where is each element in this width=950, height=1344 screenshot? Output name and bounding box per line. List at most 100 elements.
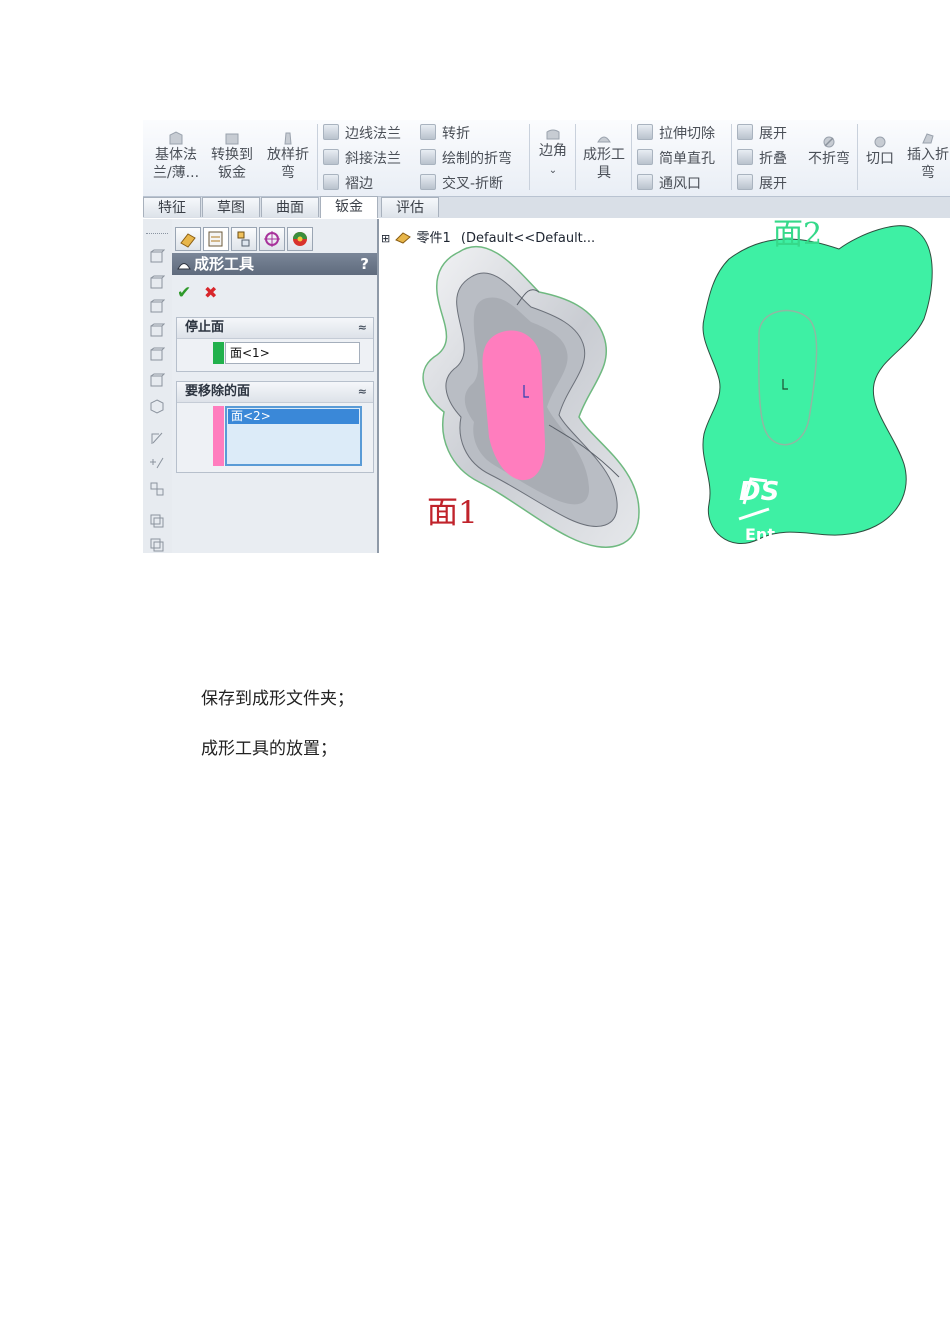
face1-label: 面1 bbox=[427, 495, 478, 531]
cube-view-icon[interactable] bbox=[149, 275, 165, 290]
feature-manager-tab[interactable] bbox=[175, 227, 201, 251]
ribbon-separator bbox=[857, 124, 858, 190]
hem-button[interactable]: 褶边 bbox=[323, 174, 373, 193]
sketched-bend-button[interactable]: 绘制的折弯 bbox=[420, 149, 512, 168]
convert-to-sheet-metal-button[interactable]: 转换到 钣金 bbox=[207, 130, 257, 182]
corners-button[interactable]: 边角 ⌄ bbox=[533, 126, 573, 180]
vent-button[interactable]: 通风口 bbox=[637, 174, 701, 193]
simple-hole-button[interactable]: 简单直孔 bbox=[637, 149, 715, 168]
cube-view-icon[interactable] bbox=[149, 373, 165, 388]
unfold-icon bbox=[737, 124, 753, 140]
tab-evaluate[interactable]: 评估 bbox=[381, 197, 439, 217]
faces-to-remove-group: 要移除的面 ≈ 面<2> bbox=[176, 381, 374, 473]
graphics-area[interactable]: ⊞ 零件1 (Default<<Default... 面1 面2 DS Ent bbox=[381, 217, 950, 553]
fold-button[interactable]: 折叠 bbox=[737, 149, 787, 168]
ok-button[interactable]: ✔ bbox=[177, 283, 191, 303]
rip-button[interactable]: 切口 bbox=[861, 134, 899, 168]
insert-bends-icon bbox=[922, 133, 934, 144]
stop-face-color-swatch bbox=[213, 342, 224, 364]
part-icon bbox=[395, 232, 412, 244]
flatten-icon bbox=[737, 174, 753, 190]
face2-highlighted[interactable] bbox=[699, 219, 950, 553]
ds-logo: DS bbox=[739, 477, 780, 507]
cross-break-icon bbox=[420, 174, 436, 190]
cube-view-icon[interactable] bbox=[149, 299, 165, 314]
pm-title-bar: 成形工具 ? bbox=[172, 253, 377, 275]
display-manager-tab[interactable] bbox=[287, 227, 313, 251]
help-button[interactable]: ? bbox=[360, 253, 369, 275]
ribbon-separator bbox=[529, 124, 530, 190]
insert-bends-button[interactable]: 插入折弯 bbox=[903, 130, 950, 182]
configuration-icon bbox=[237, 231, 250, 247]
collapse-chevron-icon[interactable]: ≈ bbox=[358, 318, 367, 338]
solidworks-screenshot: 基体法 兰/薄... 转换到 钣金 放样折弯 边线法兰 斜接法兰 褶边 转折 绘制的… bbox=[143, 120, 950, 553]
extruded-cut-icon bbox=[637, 124, 653, 140]
sketched-bend-icon bbox=[420, 149, 436, 165]
jog-icon bbox=[420, 124, 436, 140]
property-sheet-icon bbox=[208, 231, 223, 247]
corners-dropdown-arrow[interactable]: ⌄ bbox=[549, 165, 557, 176]
tab-sketch[interactable]: 草图 bbox=[202, 197, 260, 217]
sketch-icon[interactable] bbox=[149, 431, 165, 446]
extruded-cut-button[interactable]: 拉伸切除 bbox=[637, 124, 715, 143]
rip-icon bbox=[874, 136, 886, 148]
tab-features[interactable]: 特征 bbox=[143, 197, 201, 217]
copy-entities-icon[interactable] bbox=[149, 513, 165, 528]
relations-icon[interactable] bbox=[149, 481, 165, 496]
flatten-button[interactable]: 展开 bbox=[737, 174, 787, 193]
collapse-chevron-icon[interactable]: ≈ bbox=[358, 382, 367, 402]
faces-to-remove-selection-box[interactable]: 面<2> bbox=[225, 406, 362, 466]
miter-flange-icon bbox=[323, 149, 339, 165]
ribbon-separator bbox=[317, 124, 318, 190]
base-flange-button[interactable]: 基体法 兰/薄... bbox=[151, 130, 201, 182]
remove-face-item-selected[interactable]: 面<2> bbox=[228, 409, 359, 424]
expand-icon[interactable]: ⊞ bbox=[381, 232, 390, 245]
dimxpert-manager-tab[interactable] bbox=[259, 227, 285, 251]
remove-face-color-swatch bbox=[213, 406, 224, 466]
miter-flange-button[interactable]: 斜接法兰 bbox=[323, 149, 401, 168]
command-manager-ribbon: 基体法 兰/薄... 转换到 钣金 放样折弯 边线法兰 斜接法兰 褶边 转折 绘制的… bbox=[143, 120, 950, 197]
cross-break-button[interactable]: 交叉-折断 bbox=[420, 174, 503, 193]
edge-flange-icon bbox=[323, 124, 339, 140]
dimxpert-icon bbox=[264, 231, 280, 247]
base-flange-icon bbox=[169, 131, 183, 145]
corner-icon bbox=[546, 129, 560, 140]
cancel-button[interactable]: ✖ bbox=[204, 283, 217, 302]
doc-line-placement: 成形工具的放置； bbox=[201, 739, 337, 759]
edge-flange-button[interactable]: 边线法兰 bbox=[323, 124, 401, 143]
copy-entities-icon[interactable] bbox=[149, 537, 165, 552]
ribbon-separator bbox=[731, 124, 732, 190]
ds-logo-subtext: Ent bbox=[745, 525, 775, 544]
no-bends-icon bbox=[823, 136, 835, 148]
forming-tool-button[interactable]: 成形工具 bbox=[579, 130, 629, 182]
cube-view-icon[interactable] bbox=[149, 249, 165, 264]
lofted-bend-button[interactable]: 放样折弯 bbox=[263, 130, 313, 182]
stop-face-selection-box[interactable]: 面<1> bbox=[225, 342, 360, 364]
tab-surfaces[interactable]: 曲面 bbox=[261, 197, 319, 217]
appearance-icon bbox=[293, 232, 307, 246]
stop-face-header[interactable]: 停止面 ≈ bbox=[177, 318, 373, 339]
view-orientation-toolbar bbox=[143, 219, 173, 553]
stop-face-item[interactable]: 面<1> bbox=[230, 346, 270, 360]
toolbar-grip[interactable] bbox=[146, 233, 168, 234]
simple-hole-icon bbox=[637, 149, 653, 165]
unfold-button[interactable]: 展开 bbox=[737, 124, 787, 143]
cube-view-icon[interactable] bbox=[149, 323, 165, 338]
property-manager-tab[interactable] bbox=[203, 227, 229, 251]
ribbon-separator bbox=[631, 124, 632, 190]
hem-icon bbox=[323, 174, 339, 190]
jog-button[interactable]: 转折 bbox=[420, 124, 470, 143]
fold-icon bbox=[737, 149, 753, 165]
cube-view-icon[interactable] bbox=[149, 347, 165, 362]
no-bends-button[interactable]: 不折弯 bbox=[805, 134, 853, 168]
face2-label: 面2 bbox=[773, 217, 823, 252]
smart-dimension-icon[interactable] bbox=[149, 455, 165, 470]
pm-title: 成形工具 bbox=[194, 255, 255, 273]
convert-sheet-metal-icon bbox=[225, 133, 239, 145]
command-manager-tabs: 特征 草图 曲面 钣金 评估 bbox=[143, 196, 950, 218]
forming-tool-icon bbox=[597, 136, 611, 143]
tab-sheet-metal[interactable]: 钣金 bbox=[320, 196, 378, 218]
isometric-view-icon[interactable] bbox=[149, 399, 165, 414]
configuration-manager-tab[interactable] bbox=[231, 227, 257, 251]
faces-to-remove-header[interactable]: 要移除的面 ≈ bbox=[177, 382, 373, 403]
